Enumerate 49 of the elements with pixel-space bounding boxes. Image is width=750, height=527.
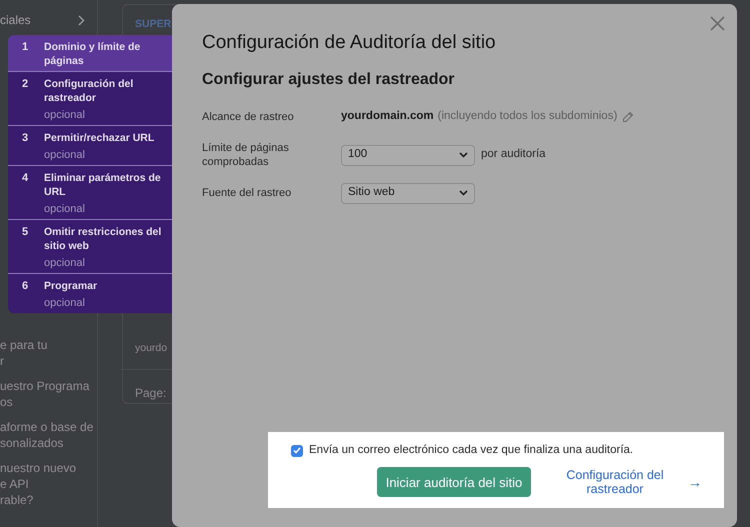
card-heading: SUPER: [135, 17, 172, 32]
step-title: Dominio y límite de páginas: [44, 40, 142, 68]
sidebar-text: e para tu r: [0, 337, 48, 369]
step-number: 1: [22, 40, 30, 55]
select-field[interactable]: 100: [341, 144, 475, 166]
step-number: 3: [22, 131, 30, 146]
step-item[interactable]: 4 Eliminar parámetros de URL opcional: [8, 165, 172, 219]
sidebar-text: uestro Programa os: [0, 378, 90, 410]
step-item[interactable]: 5 Omitir restricciones del sitio web opcional: [8, 219, 172, 273]
checkbox[interactable]: [291, 444, 303, 457]
select-field[interactable]: Sitio web: [341, 182, 475, 204]
checkbox-label[interactable]: Envía un correo electrónico cada vez que finaliza una auditoría.: [309, 442, 634, 460]
chevron-down-icon: [459, 190, 468, 196]
step-number: 4: [22, 171, 30, 186]
dialog-title: Configuración de Auditoría del sitio: [202, 31, 497, 55]
sidebar-item[interactable]: ciales: [0, 11, 31, 29]
field-label: Fuente del rastreo: [202, 186, 292, 200]
step-title: Eliminar parámetros de URL: [44, 171, 162, 199]
chevron-right-icon: [78, 14, 85, 26]
step-number: 2: [22, 77, 30, 92]
pencil-icon[interactable]: [622, 111, 634, 123]
step-item[interactable]: 2 Configuración del rastreador opcional: [8, 71, 172, 125]
step-note: opcional: [44, 256, 86, 270]
step-number: 6: [22, 279, 30, 294]
field-label: Alcance de rastreo: [202, 110, 295, 124]
sidebar-text: aforme o base de sonalizados: [0, 419, 94, 451]
step-title: Omitir restricciones del sitio web: [44, 225, 162, 253]
section-heading: Configurar ajustes del rastreador: [202, 70, 456, 90]
close-icon[interactable]: [710, 16, 725, 31]
step-item[interactable]: 3 Permitir/rechazar URL opcional: [8, 125, 172, 165]
domain-text: yourdo: [135, 340, 168, 356]
step-title: Programar: [44, 279, 98, 293]
pager-label: Page:: [135, 384, 168, 402]
step-item[interactable]: 6 Programar opcional: [8, 273, 172, 313]
step-note: opcional: [44, 296, 86, 310]
domain-value: yourdomain.com: [341, 109, 434, 124]
field-label: Límite de páginas comprobadas: [202, 141, 290, 169]
step-item[interactable]: 1 Dominio y límite de páginas: [8, 35, 172, 71]
step-title: Configuración del rastreador: [44, 77, 134, 105]
next-step-link[interactable]: Configuración del rastreador →: [556, 468, 702, 496]
field-suffix: por auditoría: [481, 147, 546, 162]
scope-note: (incluyendo todos los subdominios): [438, 109, 618, 124]
chevron-down-icon: [459, 152, 468, 158]
sidebar-text: nuestro nuevo e API rable?: [0, 460, 78, 508]
step-note: opcional: [44, 108, 86, 122]
step-title: Permitir/rechazar URL: [44, 131, 156, 145]
step-note: opcional: [44, 202, 86, 216]
step-note: opcional: [44, 148, 86, 162]
step-number: 5: [22, 225, 30, 240]
